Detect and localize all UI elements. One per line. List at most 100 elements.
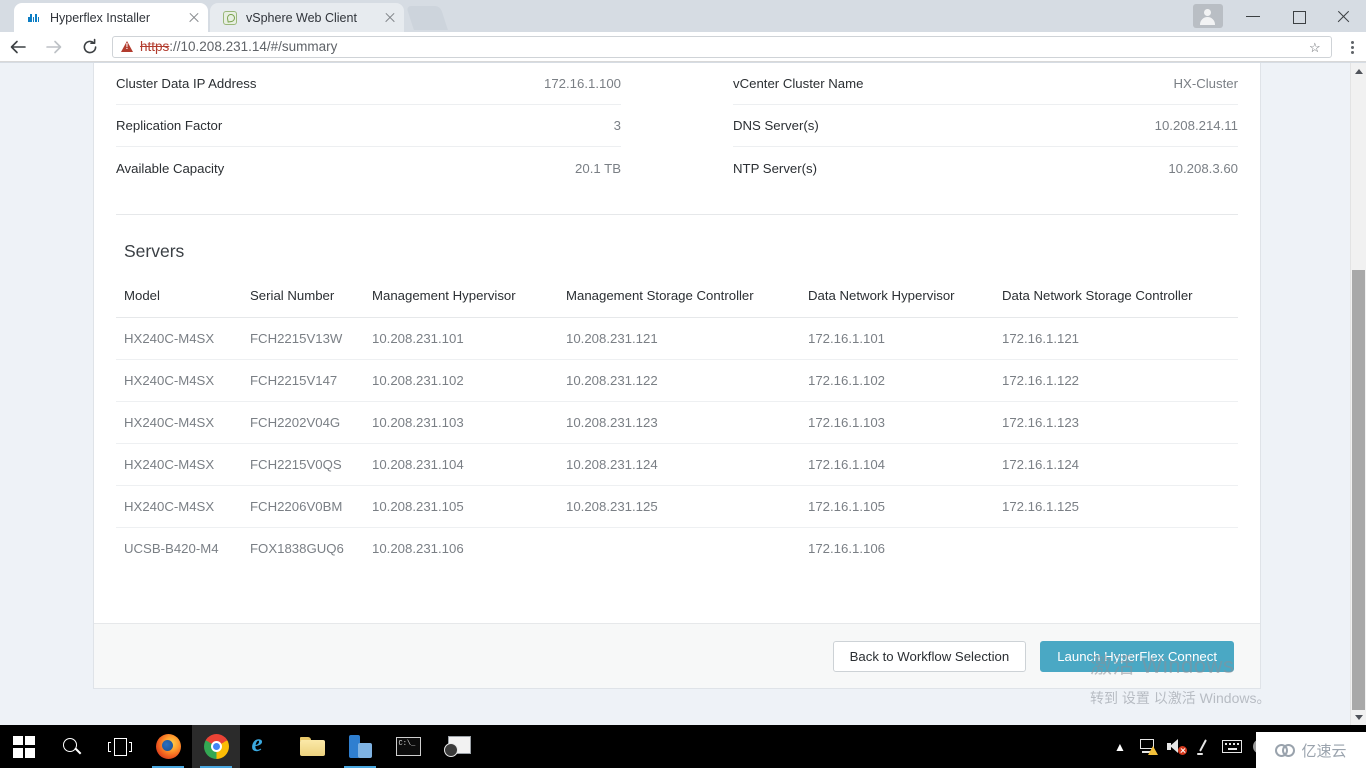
volume-button[interactable]: [1162, 725, 1190, 768]
launch-hyperflex-connect-button[interactable]: Launch HyperFlex Connect: [1040, 640, 1234, 672]
chrome-button[interactable]: [192, 725, 240, 768]
url-text: https://10.208.231.14/#/summary: [140, 39, 337, 54]
three-dots-menu-icon[interactable]: [1340, 32, 1366, 62]
url-scheme: https: [140, 39, 170, 54]
task-view-button[interactable]: [96, 725, 144, 768]
store-icon: [348, 735, 372, 758]
show-hidden-icons-button[interactable]: ▲: [1106, 725, 1134, 768]
close-icon[interactable]: [382, 10, 398, 26]
table-row: HX240C-M4SX FCH2215V147 10.208.231.102 1…: [116, 359, 1238, 402]
cell-management-storage-controller: 10.208.231.124: [558, 443, 800, 486]
info-row: DNS Server(s) 10.208.214.11: [733, 105, 1238, 147]
table-row: HX240C-M4SX FCH2215V0QS 10.208.231.104 1…: [116, 443, 1238, 486]
reload-icon[interactable]: [72, 32, 108, 62]
search-button[interactable]: [48, 725, 96, 768]
cell-management-hypervisor: 10.208.231.101: [364, 317, 558, 360]
forward-arrow-icon: [36, 32, 72, 62]
cell-model: HX240C-M4SX: [116, 485, 242, 528]
cell-serial: FCH2206V0BM: [242, 485, 364, 528]
info-value: 172.16.1.100: [543, 76, 621, 91]
cell-data-network-storage-controller: 172.16.1.121: [994, 317, 1238, 360]
cell-data-network-storage-controller: 172.16.1.123: [994, 401, 1238, 444]
back-to-workflow-selection-button[interactable]: Back to Workflow Selection: [832, 640, 1027, 672]
address-bar[interactable]: https://10.208.231.14/#/summary ☆: [112, 35, 1332, 58]
info-value: 3: [613, 118, 621, 133]
info-value: 20.1 TB: [575, 160, 621, 176]
cell-management-storage-controller: 10.208.231.122: [558, 359, 800, 402]
card-footer: Back to Workflow Selection Launch HyperF…: [94, 623, 1260, 688]
task-view-icon: [108, 737, 132, 756]
cell-data-network-hypervisor: 172.16.1.105: [800, 485, 994, 528]
cell-data-network-hypervisor: 172.16.1.106: [808, 541, 886, 556]
chevron-up-icon: ▲: [1114, 739, 1126, 754]
info-label: Replication Factor: [116, 118, 223, 133]
new-tab-button[interactable]: [406, 6, 448, 30]
star-icon[interactable]: ☆: [1309, 40, 1323, 55]
tab-title: Hyperflex Installer: [50, 10, 151, 25]
remote-desktop-button[interactable]: [432, 725, 480, 768]
info-label: NTP Server(s): [733, 160, 818, 176]
table-row: UCSB-B420-M4 FOX1838GUQ6 10.208.231.106 …: [116, 528, 1238, 570]
scroll-down-arrow-icon[interactable]: [1351, 709, 1366, 725]
profile-avatar-icon[interactable]: [1193, 4, 1223, 28]
scrollbar-thumb[interactable]: [1352, 270, 1365, 710]
start-button[interactable]: [0, 725, 48, 768]
internet-explorer-icon: [252, 730, 277, 759]
cell-data-network-storage-controller: 172.16.1.122: [994, 359, 1238, 402]
cell-serial: FOX1838GUQ6: [250, 541, 344, 556]
pen-workspace-button[interactable]: [1190, 725, 1218, 768]
page-viewport: Cluster Data IP Address 172.16.1.100 Rep…: [0, 63, 1366, 725]
column-header-model: Model: [116, 288, 242, 318]
network-warning-icon: [1139, 739, 1158, 755]
column-header-management-storage-controller: Management Storage Controller: [558, 288, 800, 318]
servers-table-header: Model Serial Number Management Hyperviso…: [116, 288, 1238, 318]
tab-vsphere-web-client[interactable]: vSphere Web Client: [210, 3, 404, 32]
chrome-icon: [203, 734, 229, 759]
file-explorer-button[interactable]: [288, 725, 336, 768]
folder-icon: [299, 736, 325, 757]
command-prompt-button[interactable]: [384, 725, 432, 768]
cell-data-network-hypervisor: 172.16.1.101: [800, 317, 994, 360]
info-value: HX-Cluster: [1173, 76, 1238, 91]
search-icon: [61, 736, 83, 758]
firefox-button[interactable]: [144, 725, 192, 768]
network-status-button[interactable]: [1134, 725, 1162, 768]
summary-card: Cluster Data IP Address 172.16.1.100 Rep…: [93, 63, 1261, 689]
scroll-up-arrow-icon[interactable]: [1351, 63, 1366, 79]
vertical-scrollbar[interactable]: [1350, 63, 1366, 725]
cell-model: HX240C-M4SX: [116, 443, 242, 486]
info-row: Available Capacity 20.1 TB: [116, 147, 621, 189]
tab-hyperflex-installer[interactable]: Hyperflex Installer: [14, 3, 208, 32]
table-bottom-spacer: [116, 569, 1238, 623]
browser-window: Hyperflex Installer vSphere Web Client !…: [0, 0, 1366, 725]
maximize-icon[interactable]: [1276, 0, 1321, 32]
minimize-icon[interactable]: [1231, 0, 1276, 32]
cisco-icon: [26, 10, 42, 26]
internet-explorer-button[interactable]: [240, 725, 288, 768]
info-row: NTP Server(s) 10.208.3.60: [733, 147, 1238, 189]
cell-model: UCSB-B420-M4: [124, 541, 219, 556]
cell-data-network-hypervisor: 172.16.1.103: [800, 401, 994, 444]
browser-toolbar: https://10.208.231.14/#/summary ☆: [0, 32, 1366, 62]
cell-serial: FCH2202V04G: [242, 401, 364, 444]
cluster-info-grid: Cluster Data IP Address 172.16.1.100 Rep…: [116, 63, 1238, 189]
table-row: HX240C-M4SX FCH2215V13W 10.208.231.101 1…: [116, 317, 1238, 360]
column-header-serial-number: Serial Number: [242, 288, 364, 318]
close-icon[interactable]: [186, 10, 202, 26]
info-row: Replication Factor 3: [116, 105, 621, 147]
store-button[interactable]: [336, 725, 384, 768]
back-arrow-icon[interactable]: [0, 32, 36, 62]
close-icon[interactable]: [1321, 0, 1366, 32]
info-label: vCenter Cluster Name: [733, 76, 864, 91]
page-title: Servers: [124, 241, 185, 261]
site-logo-watermark: 亿速云: [1256, 732, 1366, 768]
cell-data-network-storage-controller: 172.16.1.124: [994, 443, 1238, 486]
table-header-row: Model Serial Number Management Hyperviso…: [116, 288, 1238, 318]
cell-data-network-hypervisor: 172.16.1.104: [800, 443, 994, 486]
column-header-data-network-hypervisor: Data Network Hypervisor: [800, 288, 994, 318]
info-label: Available Capacity: [116, 160, 225, 176]
not-secure-warning-icon[interactable]: [121, 40, 134, 53]
touch-keyboard-button[interactable]: [1218, 725, 1246, 768]
info-row: vCenter Cluster Name HX-Cluster: [733, 63, 1238, 105]
cluster-info-left-column: Cluster Data IP Address 172.16.1.100 Rep…: [116, 63, 677, 189]
